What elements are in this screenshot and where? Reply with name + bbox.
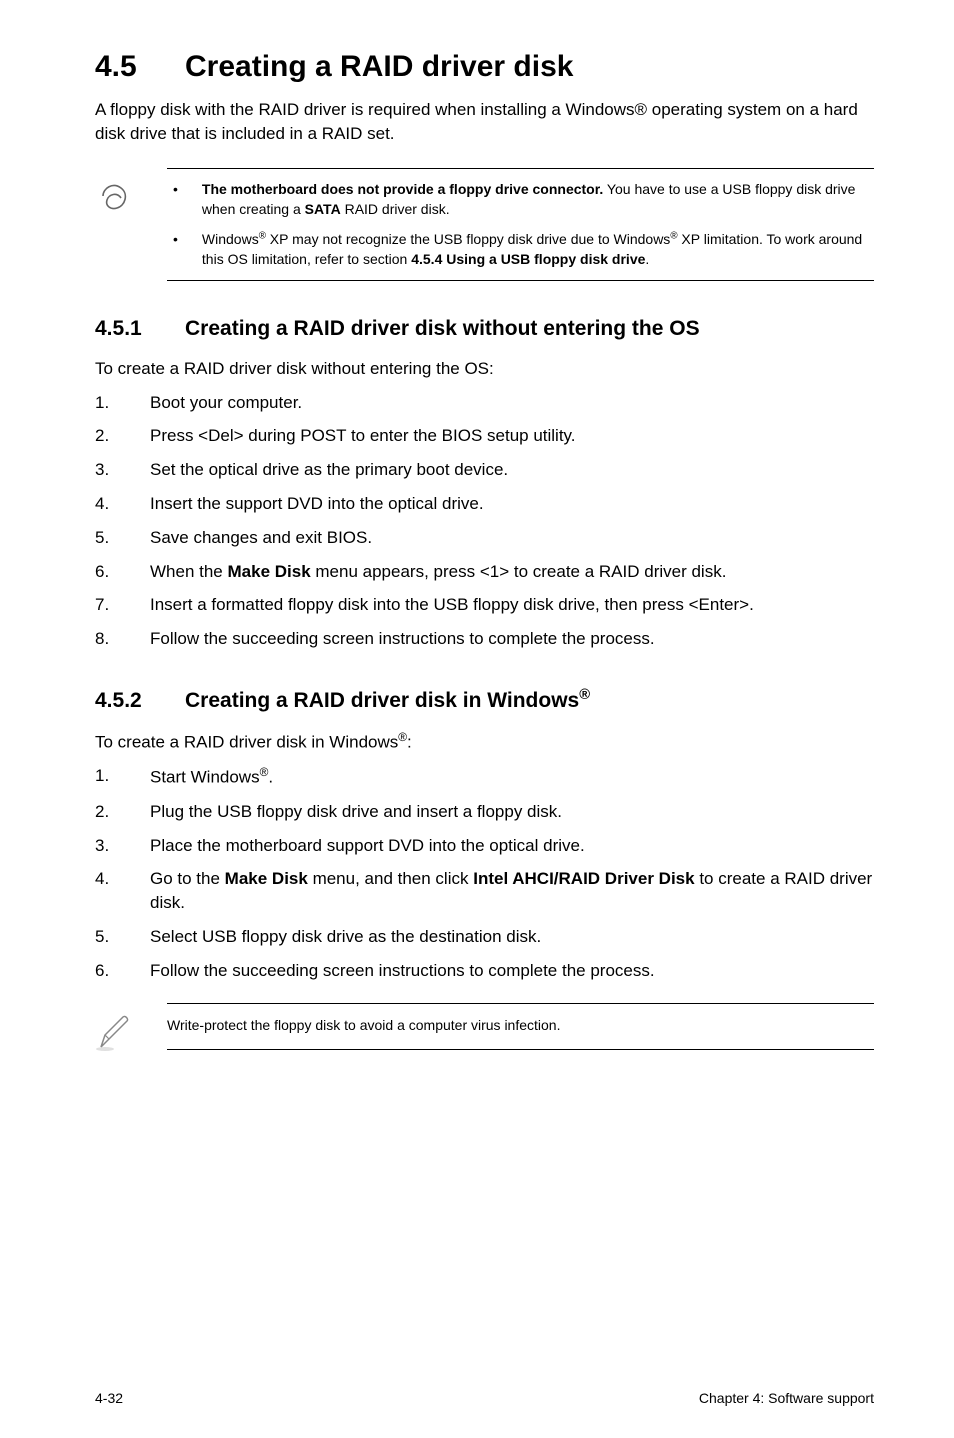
- note-text: Write-protect the floppy disk to avoid a…: [167, 1016, 874, 1036]
- list-item: 5.Save changes and exit BIOS.: [95, 526, 874, 550]
- heading-title: Creating a RAID driver disk: [185, 50, 573, 83]
- list-item: 6.When the Make Disk menu appears, press…: [95, 560, 874, 584]
- section1-steps: 1.Boot your computer. 2.Press <Del> duri…: [95, 391, 874, 651]
- note-bullet-1: • The motherboard does not provide a flo…: [167, 179, 874, 220]
- list-item: 4.Insert the support DVD into the optica…: [95, 492, 874, 516]
- section1-lead: To create a RAID driver disk without ent…: [95, 357, 874, 381]
- intro-paragraph: A floppy disk with the RAID driver is re…: [95, 98, 874, 146]
- pencil-icon: [95, 1003, 139, 1058]
- page-heading: 4.5Creating a RAID driver disk: [95, 50, 874, 84]
- list-item: 3.Place the motherboard support DVD into…: [95, 834, 874, 858]
- section-number: 4.5.2: [95, 689, 185, 713]
- section2-lead: To create a RAID driver disk in Windows®…: [95, 729, 874, 754]
- section-number: 4.5.1: [95, 317, 185, 341]
- note-body: Write-protect the floppy disk to avoid a…: [167, 1003, 874, 1051]
- chapter-label: Chapter 4: Software support: [699, 1390, 874, 1406]
- list-item: 4.Go to the Make Disk menu, and then cli…: [95, 867, 874, 915]
- note-bullet-2: • Windows® XP may not recognize the USB …: [167, 229, 874, 270]
- list-item: 6.Follow the succeeding screen instructi…: [95, 959, 874, 983]
- section-title: Creating a RAID driver disk in Windows®: [185, 689, 590, 712]
- note-block-bottom: Write-protect the floppy disk to avoid a…: [95, 1003, 874, 1058]
- section-title: Creating a RAID driver disk without ente…: [185, 317, 700, 340]
- paperclip-icon: [95, 168, 139, 223]
- list-item: 5.Select USB floppy disk drive as the de…: [95, 925, 874, 949]
- list-item: 2.Press <Del> during POST to enter the B…: [95, 424, 874, 448]
- note-block-top: • The motherboard does not provide a flo…: [95, 168, 874, 281]
- list-item: 3.Set the optical drive as the primary b…: [95, 458, 874, 482]
- list-item: 7.Insert a formatted floppy disk into th…: [95, 593, 874, 617]
- list-item: 8.Follow the succeeding screen instructi…: [95, 627, 874, 651]
- list-item: 1.Start Windows®.: [95, 764, 874, 789]
- section2-steps: 1.Start Windows®. 2.Plug the USB floppy …: [95, 764, 874, 982]
- list-item: 1.Boot your computer.: [95, 391, 874, 415]
- page-number: 4-32: [95, 1390, 123, 1406]
- section-heading-452: 4.5.2Creating a RAID driver disk in Wind…: [95, 687, 874, 713]
- note-body: • The motherboard does not provide a flo…: [167, 168, 874, 281]
- list-item: 2.Plug the USB floppy disk drive and ins…: [95, 800, 874, 824]
- heading-number: 4.5: [95, 50, 185, 84]
- page-footer: 4-32 Chapter 4: Software support: [95, 1390, 874, 1406]
- section-heading-451: 4.5.1Creating a RAID driver disk without…: [95, 317, 874, 341]
